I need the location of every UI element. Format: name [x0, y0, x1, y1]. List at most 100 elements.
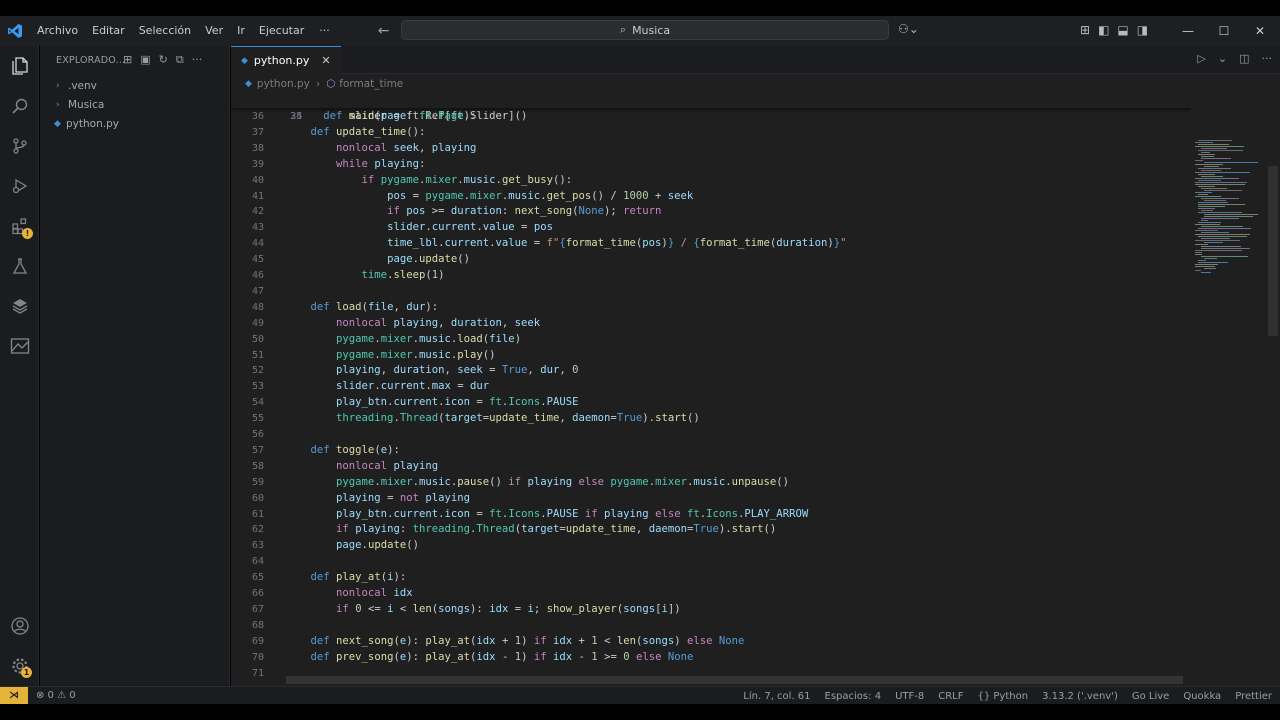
testing-flask-icon[interactable]	[0, 246, 39, 286]
maximize-icon[interactable]: ☐	[1206, 24, 1242, 38]
code-line[interactable]: 67 if 0 <= i < len(songs): idx = i; show…	[231, 601, 1191, 617]
search-view-icon[interactable]	[0, 86, 39, 126]
code-line[interactable]: 41 pos = pygame.mixer.music.get_pos() / …	[231, 188, 1191, 204]
code-line[interactable]: 68	[231, 617, 1191, 633]
code-line[interactable]: 42 if pos >= duration: next_song(None); …	[231, 203, 1191, 219]
minimap-line	[1201, 156, 1214, 157]
code-line[interactable]: 59 pygame.mixer.music.pause() if playing…	[231, 474, 1191, 490]
problems-count[interactable]: ⊗ 0 ⚠ 0	[36, 690, 76, 701]
line-number: 38	[251, 142, 264, 154]
code-line[interactable]: 63 page.update()	[231, 537, 1191, 553]
cursor-position[interactable]: Lín. 7, col. 61	[743, 691, 810, 702]
code-line[interactable]: 58 nonlocal playing	[231, 458, 1191, 474]
code-line[interactable]: 61 play_btn.current.icon = ft.Icons.PAUS…	[231, 506, 1191, 522]
indentation[interactable]: Espacios: 4	[825, 691, 882, 702]
chevron-right-icon: ›	[56, 80, 60, 91]
python-interpreter[interactable]: 3.13.2 ('.venv')	[1042, 691, 1118, 702]
prettier-button[interactable]: Prettier	[1235, 691, 1272, 702]
run-file-icon[interactable]: ▷	[1197, 52, 1205, 65]
minimize-icon[interactable]: —	[1170, 24, 1206, 38]
toggle-panel-icon[interactable]: ⬓	[1117, 23, 1128, 37]
minimap[interactable]	[1191, 94, 1271, 274]
encoding[interactable]: UTF-8	[895, 691, 924, 702]
menu-ir[interactable]: Ir	[230, 16, 252, 46]
account-icon[interactable]	[0, 606, 39, 646]
code-line[interactable]: 69 def next_song(e): play_at(idx + 1) if…	[231, 633, 1191, 649]
code-line[interactable]: 48 def load(file, dur):	[231, 299, 1191, 315]
menu-ver[interactable]: Ver	[198, 16, 230, 46]
code-line[interactable]: 62 if playing: threading.Thread(target=u…	[231, 521, 1191, 537]
settings-gear-icon[interactable]: 1	[0, 646, 39, 686]
layers-icon[interactable]	[0, 286, 39, 326]
vertical-scrollbar[interactable]	[1268, 166, 1278, 336]
tab-python-py[interactable]: ◆ python.py ✕	[231, 46, 341, 74]
split-editor-icon[interactable]: ◫	[1239, 52, 1249, 65]
code-line[interactable]: 47	[231, 283, 1191, 299]
run-debug-icon[interactable]	[0, 166, 39, 206]
more-actions-icon[interactable]: ···	[192, 53, 203, 67]
code-line[interactable]: 51 pygame.mixer.music.play()	[231, 347, 1191, 363]
code-line[interactable]: 46 time.sleep(1)	[231, 267, 1191, 283]
menu-more[interactable]: ···	[311, 16, 338, 46]
code-line[interactable]: 39 while playing:	[231, 156, 1191, 172]
code-line[interactable]: 52 playing, duration, seek = True, dur, …	[231, 362, 1191, 378]
tree-file-python[interactable]: ◆ python.py	[40, 114, 229, 133]
menu-ejecutar[interactable]: Ejecutar	[252, 16, 311, 46]
new-folder-icon[interactable]: ▣	[140, 53, 150, 67]
code-line[interactable]: 38 nonlocal seek, playing	[231, 140, 1191, 156]
copilot-icon[interactable]: ⚇⌄	[898, 22, 919, 36]
minimap-line	[1198, 222, 1221, 223]
code-line[interactable]: 65 def play_at(i):	[231, 569, 1191, 585]
code-line[interactable]: 40 if pygame.mixer.music.get_busy():	[231, 172, 1191, 188]
end-of-line[interactable]: CRLF	[938, 691, 963, 702]
menu-archivo[interactable]: Archivo	[30, 16, 85, 46]
code-line[interactable]: 54 play_btn.current.icon = ft.Icons.PAUS…	[231, 394, 1191, 410]
chart-icon[interactable]	[0, 326, 39, 366]
new-file-icon[interactable]: ⊞	[123, 53, 132, 67]
close-tab-icon[interactable]: ✕	[321, 54, 330, 67]
command-center-search[interactable]: ⌕ Musica	[401, 20, 889, 40]
code-line[interactable]: 49 nonlocal playing, duration, seek	[231, 315, 1191, 331]
code-editor[interactable]: 35 slider = ft.Ref[ft.Slider]() 3637 def…	[231, 94, 1191, 684]
extensions-icon[interactable]: !	[0, 206, 39, 246]
sticky-scroll-line[interactable]: 24 def main(page: ft.Page):	[231, 94, 1191, 122]
code-line[interactable]: 45 page.update()	[231, 251, 1191, 267]
language-mode[interactable]: {} Python	[977, 691, 1028, 702]
code-line[interactable]: 43 slider.current.value = pos	[231, 219, 1191, 235]
code-line[interactable]: 56	[231, 426, 1191, 442]
refresh-icon[interactable]: ↻	[159, 53, 168, 67]
code-line[interactable]: 50 pygame.mixer.music.load(file)	[231, 331, 1191, 347]
quokka-button[interactable]: Quokka	[1183, 691, 1221, 702]
code-line[interactable]: 66 nonlocal idx	[231, 585, 1191, 601]
toggle-secondary-sidebar-icon[interactable]: ◨	[1137, 23, 1148, 37]
line-number: 50	[251, 333, 264, 345]
breadcrumb-file[interactable]: python.py	[257, 78, 310, 90]
tree-folder-musica[interactable]: › Musica	[40, 95, 229, 114]
remote-indicator-icon[interactable]: ⋊	[0, 686, 28, 705]
go-live-button[interactable]: Go Live	[1132, 691, 1169, 702]
code-line[interactable]: 64	[231, 553, 1191, 569]
explorer-icon[interactable]	[0, 46, 39, 86]
code-line[interactable]: 55 threading.Thread(target=update_time, …	[231, 410, 1191, 426]
code-line[interactable]: 37 def update_time():	[231, 124, 1191, 140]
customize-layout-icon[interactable]: ⊞	[1080, 23, 1090, 37]
code-line[interactable]: 57 def toggle(e):	[231, 442, 1191, 458]
source-control-icon[interactable]	[0, 126, 39, 166]
back-arrow-icon[interactable]: ←	[378, 23, 390, 39]
breadcrumb-symbol[interactable]: format_time	[339, 78, 403, 90]
tree-folder-venv[interactable]: › .venv	[40, 76, 229, 95]
code-line[interactable]: 60 playing = not playing	[231, 490, 1191, 506]
editor-more-icon[interactable]: ···	[1262, 52, 1273, 65]
code-line[interactable]: 70 def prev_song(e): play_at(idx - 1) if…	[231, 649, 1191, 665]
menu-seleccion[interactable]: Selección	[132, 16, 198, 46]
toggle-sidebar-icon[interactable]: ◧	[1098, 23, 1109, 37]
minimap-line	[1204, 200, 1226, 201]
run-dropdown-icon[interactable]: ⌄	[1218, 52, 1227, 65]
python-file-icon: ◆	[241, 55, 248, 66]
menu-editar[interactable]: Editar	[85, 16, 132, 46]
code-line[interactable]: 44 time_lbl.current.value = f"{format_ti…	[231, 235, 1191, 251]
code-line[interactable]: 53 slider.current.max = dur	[231, 378, 1191, 394]
close-window-icon[interactable]: ✕	[1242, 24, 1278, 38]
collapse-all-icon[interactable]: ⧉	[176, 53, 184, 67]
horizontal-scrollbar[interactable]	[286, 676, 1183, 684]
